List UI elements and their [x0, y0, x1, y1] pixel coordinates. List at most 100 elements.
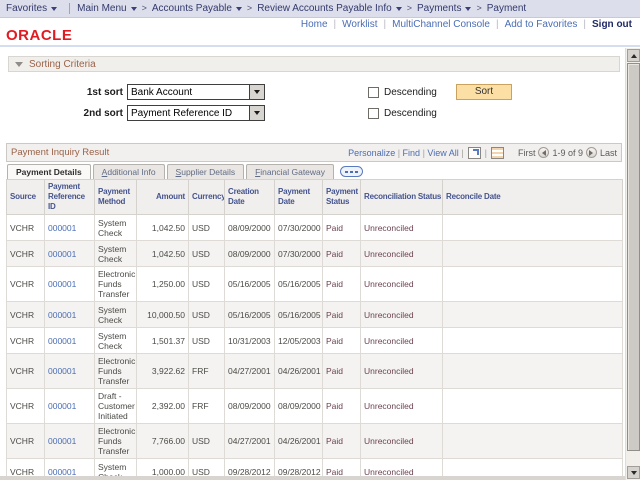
tab-payment-details[interactable]: Payment Details: [7, 164, 91, 179]
pager-range: 1-9 of 9: [552, 148, 583, 158]
chevron-down-icon: [254, 111, 260, 115]
favorites-label: Favorites: [6, 3, 47, 14]
table-row: VCHR000001Electronic Funds Transfer1,250…: [7, 267, 623, 302]
grid-title: Payment Inquiry Result: [11, 147, 109, 158]
payment-method-cell: System Check: [95, 215, 137, 241]
payment-status-cell: Paid: [323, 354, 361, 389]
table-row: VCHR000001System Check10,000.50USD05/16/…: [7, 302, 623, 328]
payment-source-cell: VCHR: [7, 328, 45, 354]
reconcile-date-cell: [443, 215, 623, 241]
window-bottom-edge: [0, 476, 625, 480]
first-sort-select[interactable]: Bank Account: [127, 84, 265, 100]
dropdown-button[interactable]: [249, 106, 264, 120]
payment-reference-link[interactable]: 000001: [45, 267, 95, 302]
payment-method-cell: System Check: [95, 328, 137, 354]
column-header-payment-method: Payment Method: [95, 180, 137, 215]
payment-method-cell: Draft - Customer Initiated: [95, 389, 137, 424]
column-header-payment-status: Payment Status: [323, 180, 361, 215]
popup-window-icon[interactable]: [468, 147, 481, 159]
tab-financial-gateway[interactable]: Financial Gateway: [246, 164, 334, 179]
table-header-row: SourcePayment Reference IDPayment Method…: [7, 180, 623, 215]
breadcrumb-bar: Favorites Main Menu>Accounts Payable>Rev…: [0, 0, 640, 18]
currency-cell: USD: [189, 424, 225, 459]
payment-reference-link[interactable]: 000001: [45, 328, 95, 354]
peoplesoft-payment-page: Favorites Main Menu>Accounts Payable>Rev…: [0, 0, 640, 480]
scroll-down-button[interactable]: [627, 466, 640, 479]
tab-additional-info[interactable]: Additional Info: [93, 164, 165, 179]
chevron-down-icon: [51, 7, 57, 11]
payment-status-cell: Paid: [323, 267, 361, 302]
grid-tab-bar: Payment DetailsAdditional InfoSupplier D…: [6, 163, 622, 179]
payment-date-cell: 08/09/2000: [275, 389, 323, 424]
breadcrumb-item-main-menu[interactable]: Main Menu: [77, 3, 136, 14]
payment-reference-link[interactable]: 000001: [45, 389, 95, 424]
dropdown-button[interactable]: [249, 85, 264, 99]
sort-button[interactable]: Sort: [456, 84, 512, 100]
currency-cell: USD: [189, 267, 225, 302]
reconciliation-status-cell: Unreconciled: [361, 302, 443, 328]
payment-date-cell: 04/26/2001: [275, 424, 323, 459]
sorting-criteria-header[interactable]: Sorting Criteria: [8, 56, 620, 72]
payment-date-cell: 07/30/2000: [275, 215, 323, 241]
creation-date-cell: 05/16/2005: [225, 267, 275, 302]
payment-method-cell: System Check: [95, 302, 137, 328]
creation-date-cell: 08/09/2000: [225, 389, 275, 424]
payment-date-cell: 05/16/2005: [275, 267, 323, 302]
payment-source-cell: VCHR: [7, 241, 45, 267]
pager-next-icon: [589, 150, 593, 156]
breadcrumb-item-review-accounts-payable-info[interactable]: Review Accounts Payable Info: [257, 3, 402, 14]
header-link-separator: |: [496, 19, 499, 30]
header-link-worklist[interactable]: Worklist: [342, 19, 377, 30]
creation-date-cell: 10/31/2003: [225, 328, 275, 354]
collapse-triangle-icon[interactable]: [15, 62, 23, 67]
chevron-down-icon: [131, 7, 137, 11]
download-grid-icon[interactable]: [491, 147, 504, 159]
scrollbar-thumb[interactable]: [627, 63, 640, 451]
pager-next-button[interactable]: [586, 147, 597, 158]
show-all-columns-icon[interactable]: [340, 166, 363, 177]
creation-date-cell: 04/27/2001: [225, 354, 275, 389]
payment-status-cell: Paid: [323, 328, 361, 354]
descending-checkbox-2[interactable]: [368, 108, 379, 119]
payment-reference-link[interactable]: 000001: [45, 241, 95, 267]
header-link-home[interactable]: Home: [301, 19, 328, 30]
column-header-currency: Currency: [189, 180, 225, 215]
payment-status-cell: Paid: [323, 215, 361, 241]
payment-source-cell: VCHR: [7, 424, 45, 459]
header-link-add-to-favorites[interactable]: Add to Favorites: [505, 19, 578, 30]
currency-cell: USD: [189, 302, 225, 328]
pager-last-label: Last: [600, 148, 617, 158]
header-link-multichannel-console[interactable]: MultiChannel Console: [392, 19, 490, 30]
favorites-menu[interactable]: Favorites: [0, 3, 64, 14]
column-header-payment-date: Payment Date: [275, 180, 323, 215]
view-all-link[interactable]: View All: [427, 148, 458, 158]
pager-prev-button[interactable]: [538, 147, 549, 158]
grid-tabs: Payment DetailsAdditional InfoSupplier D…: [7, 164, 334, 179]
find-link[interactable]: Find: [403, 148, 421, 158]
sign-out-link[interactable]: Sign out: [592, 19, 632, 30]
payment-reference-link[interactable]: 000001: [45, 354, 95, 389]
payment-source-cell: VCHR: [7, 215, 45, 241]
amount-cell: 1,042.50: [137, 215, 189, 241]
personalize-link[interactable]: Personalize: [348, 148, 395, 158]
payment-method-cell: Electronic Funds Transfer: [95, 267, 137, 302]
tab-supplier-details[interactable]: Supplier Details: [167, 164, 245, 179]
navbar-divider: [69, 3, 70, 14]
grid-titlebar: Payment Inquiry Result Personalize | Fin…: [6, 143, 622, 162]
payment-reference-link[interactable]: 000001: [45, 302, 95, 328]
descending-checkbox-1[interactable]: [368, 87, 379, 98]
descending-label-2: Descending: [384, 108, 437, 119]
scroll-up-button[interactable]: [627, 49, 640, 62]
breadcrumb-item-payment[interactable]: Payment: [487, 3, 526, 14]
chevron-down-icon: [236, 7, 242, 11]
payment-reference-link[interactable]: 000001: [45, 215, 95, 241]
chevron-down-icon: [396, 7, 402, 11]
vertical-scrollbar[interactable]: [625, 48, 640, 480]
second-sort-select[interactable]: Payment Reference ID: [127, 105, 265, 121]
breadcrumb-item-accounts-payable[interactable]: Accounts Payable: [152, 3, 242, 14]
payment-reference-link[interactable]: 000001: [45, 424, 95, 459]
breadcrumb-item-payments[interactable]: Payments: [417, 3, 471, 14]
header-link-separator: |: [583, 19, 586, 30]
amount-cell: 1,042.50: [137, 241, 189, 267]
oracle-logo: ORACLE: [6, 27, 72, 44]
